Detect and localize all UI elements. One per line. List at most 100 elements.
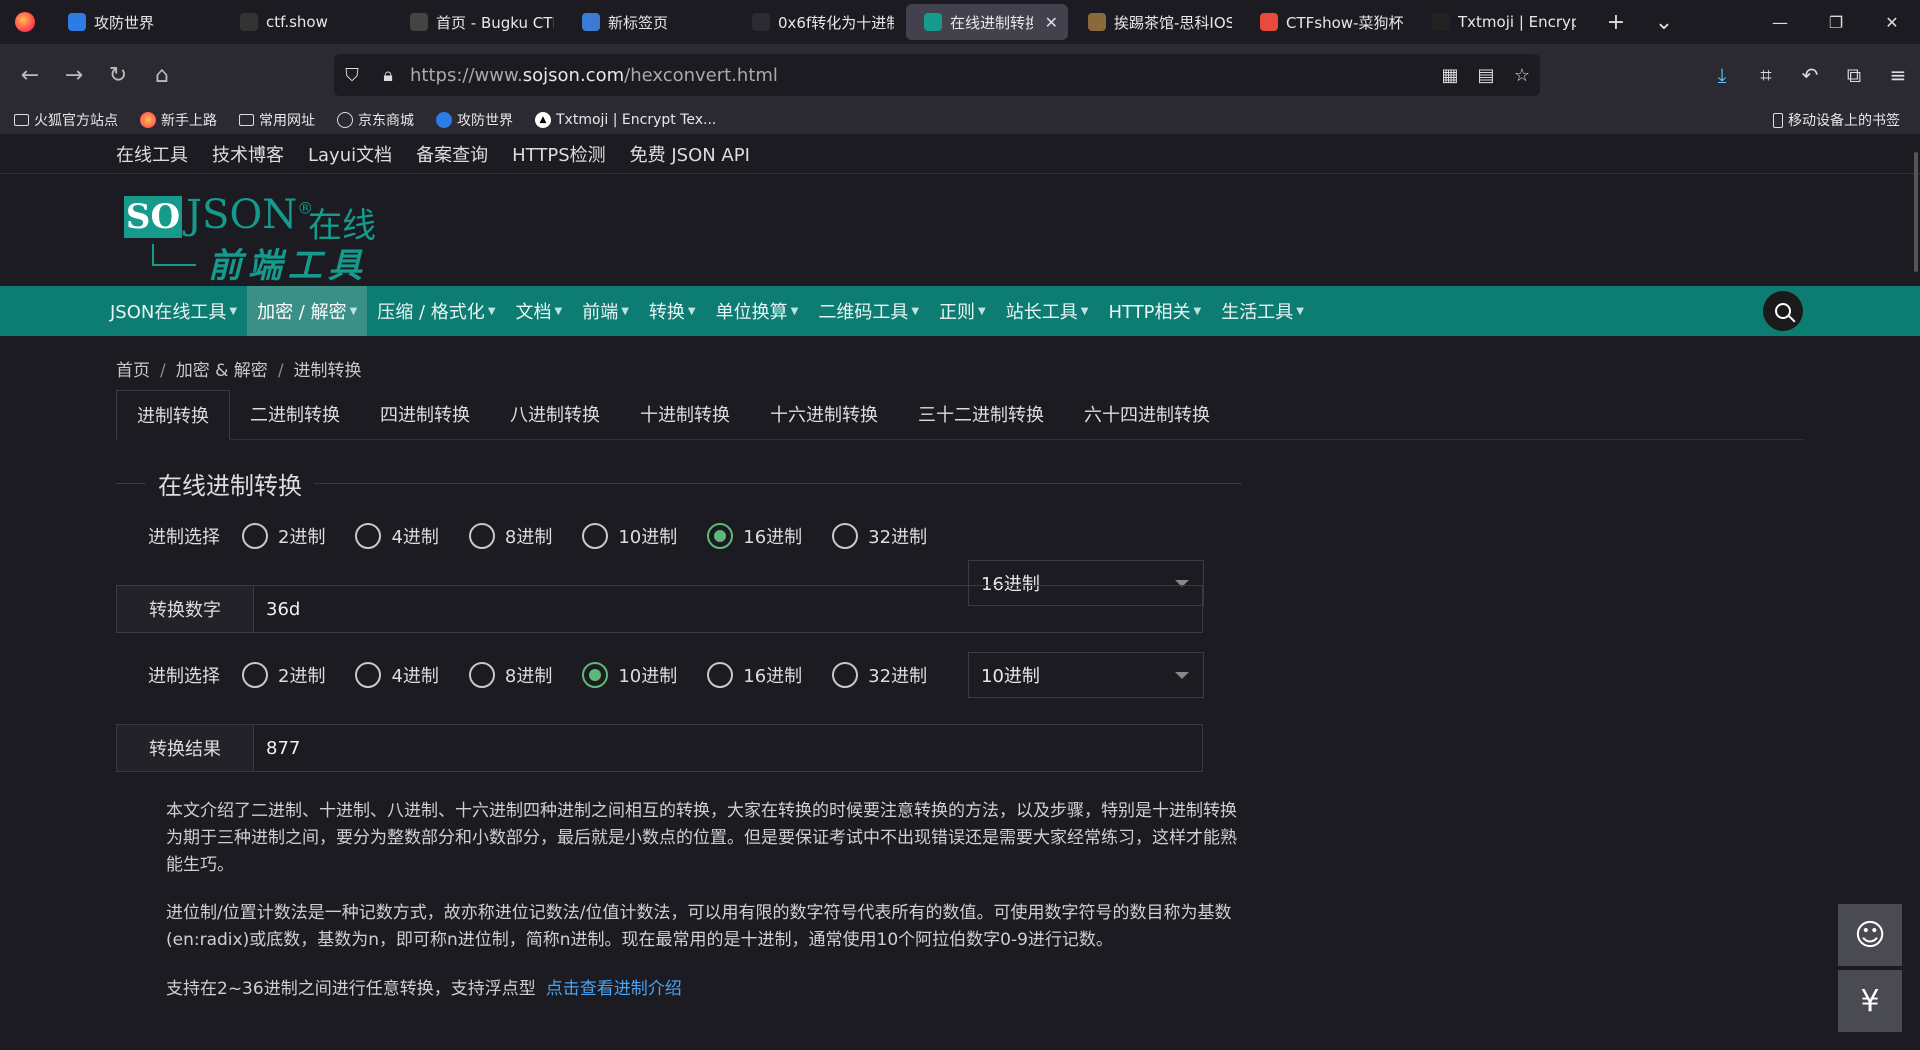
qq-icon[interactable]: ☺ bbox=[1838, 904, 1902, 966]
firefox-menu-icon[interactable] bbox=[0, 0, 50, 44]
bookmark-item[interactable]: 攻防世界 bbox=[422, 110, 521, 130]
topnav-link[interactable]: 免费 JSON API bbox=[630, 141, 750, 167]
reload-button[interactable]: ↻ bbox=[96, 53, 140, 97]
from-radix-radio[interactable]: 16进制 bbox=[707, 523, 802, 549]
mainnav-item[interactable]: 站长工具 ▼ bbox=[996, 286, 1099, 336]
topnav-link[interactable]: HTTPS检测 bbox=[512, 141, 606, 167]
converter-tab[interactable]: 八进制转换 bbox=[490, 389, 620, 439]
bookmark-item[interactable]: 京东商城 bbox=[323, 110, 422, 130]
to-radix-radio[interactable]: 2进制 bbox=[242, 662, 325, 688]
site-logo[interactable]: SO JSON® 在线 前端工具 bbox=[122, 186, 382, 286]
tab-title: 首页 - Bugku CTF bbox=[436, 13, 554, 32]
flag-icon bbox=[410, 13, 428, 31]
from-radix-radio[interactable]: 2进制 bbox=[242, 523, 325, 549]
mainnav-item[interactable]: 转换 ▼ bbox=[639, 286, 706, 336]
from-radix-radio[interactable]: 32进制 bbox=[832, 523, 927, 549]
converter-tab[interactable]: 进制转换 bbox=[116, 390, 230, 440]
back-button[interactable]: ← bbox=[8, 53, 52, 97]
downloads-icon[interactable]: ⤓ bbox=[1700, 53, 1744, 97]
converter-tab[interactable]: 十进制转换 bbox=[620, 389, 750, 439]
shield-icon[interactable]: ⛉ bbox=[334, 54, 370, 96]
forward-button[interactable]: → bbox=[52, 53, 96, 97]
mobile-bookmarks[interactable]: 移动设备上的书签 bbox=[1773, 110, 1900, 130]
yen-icon[interactable]: ¥ bbox=[1838, 970, 1902, 1032]
from-radix-radio[interactable]: 4进制 bbox=[355, 523, 439, 549]
converter-tab[interactable]: 三十二进制转换 bbox=[898, 389, 1064, 439]
extensions-icon[interactable]: ⧉ bbox=[1832, 53, 1876, 97]
converter-tab[interactable]: 二进制转换 bbox=[230, 389, 360, 439]
topnav-link[interactable]: Layui文档 bbox=[308, 141, 392, 167]
mainnav-item[interactable]: 生活工具 ▼ bbox=[1211, 286, 1314, 336]
app-menu-icon[interactable]: ≡ bbox=[1876, 53, 1920, 97]
reader-view-icon[interactable]: ▤ bbox=[1468, 54, 1504, 96]
caret-down-icon: ▼ bbox=[487, 305, 496, 317]
breadcrumb-link[interactable]: 首页 bbox=[116, 361, 150, 381]
new-tab-button[interactable]: + bbox=[1592, 0, 1640, 44]
result-output[interactable] bbox=[254, 725, 1202, 771]
mainnav-item[interactable]: 文档 ▼ bbox=[506, 286, 573, 336]
radio-circle-icon bbox=[355, 662, 382, 688]
radix-intro-link[interactable]: 点击查看进制介绍 bbox=[546, 979, 682, 999]
bookmark-item[interactable]: 火狐官方站点 bbox=[0, 110, 126, 130]
from-radix-radio[interactable]: 8进制 bbox=[468, 523, 552, 549]
mainnav-item[interactable]: 二维码工具 ▼ bbox=[808, 286, 929, 336]
converter-tab[interactable]: 十六进制转换 bbox=[750, 389, 898, 439]
caret-down-icon: ▼ bbox=[1193, 305, 1202, 317]
restore-button[interactable]: ❐ bbox=[1808, 0, 1864, 44]
breadcrumb-link[interactable]: 加密 & 解密 bbox=[176, 361, 268, 381]
tab-title: 在线进制转换 | 在线工具 bbox=[950, 13, 1033, 32]
mainnav-label: HTTP相关 bbox=[1108, 302, 1191, 323]
list-tabs-button[interactable]: ⌄ bbox=[1640, 0, 1688, 44]
browser-tab[interactable]: 在线进制转换 | 在线工具 ✕ bbox=[906, 4, 1068, 40]
screenshot-icon[interactable]: ⌗ bbox=[1744, 53, 1788, 97]
topnav-link[interactable]: 备案查询 bbox=[416, 141, 488, 167]
browser-tab[interactable]: 首页 - Bugku CTF bbox=[392, 0, 564, 44]
close-window-button[interactable]: ✕ bbox=[1864, 0, 1920, 44]
browser-tab[interactable]: 攻防世界 bbox=[50, 0, 222, 44]
site-search-button[interactable] bbox=[1763, 291, 1803, 331]
browser-tab[interactable]: ctf.show bbox=[222, 0, 392, 44]
to-radix-select[interactable]: 10进制 bbox=[968, 652, 1204, 698]
topnav-link[interactable]: 技术博客 bbox=[212, 141, 284, 167]
radio-label: 10进制 bbox=[618, 527, 678, 548]
bookmark-item[interactable]: ▲ Txtmoji | Encrypt Tex... bbox=[521, 112, 724, 128]
mainnav-item[interactable]: 压缩 / 格式化 ▼ bbox=[367, 286, 505, 336]
from-radix-radio[interactable]: 10进制 bbox=[582, 523, 677, 549]
bookmark-item[interactable]: 常用网址 bbox=[225, 110, 323, 130]
to-radix-radio[interactable]: 32进制 bbox=[832, 662, 927, 688]
browser-tab[interactable]: Txtmoji | Encrypt bbox=[1414, 0, 1586, 44]
converter-tab[interactable]: 六十四进制转换 bbox=[1064, 389, 1230, 439]
description-paragraph: 支持在2~36进制之间进行任意转换，支持浮点型 点击查看进制介绍 bbox=[166, 979, 682, 999]
close-tab-icon[interactable]: ✕ bbox=[1045, 13, 1058, 32]
bookmark-star-icon[interactable]: ☆ bbox=[1504, 54, 1540, 96]
radio-label: 10进制 bbox=[618, 666, 678, 687]
minimize-button[interactable]: — bbox=[1752, 0, 1808, 44]
to-radix-radio[interactable]: 10进制 bbox=[582, 662, 677, 688]
browser-tab[interactable]: CTFshow-菜狗杯 bbox=[1242, 0, 1414, 44]
bookmark-item[interactable]: 新手上路 bbox=[126, 110, 225, 130]
from-radix-row: 进制选择 2进制 4进制 8进制 10进制 16进制 32进制 bbox=[116, 512, 1206, 560]
url-bar[interactable]: ⛉ 🔒︎ https://www.sojson.com/hexconvert.h… bbox=[334, 54, 1540, 96]
lock-icon[interactable]: 🔒︎ bbox=[370, 54, 406, 96]
number-input[interactable] bbox=[254, 586, 1202, 632]
mainnav-item[interactable]: 单位换算 ▼ bbox=[706, 286, 809, 336]
to-radix-radio[interactable]: 8进制 bbox=[468, 662, 552, 688]
url-text[interactable]: https://www.sojson.com/hexconvert.html bbox=[410, 65, 778, 86]
browser-tab[interactable]: 新标签页 bbox=[564, 0, 734, 44]
to-radix-radio[interactable]: 16进制 bbox=[707, 662, 802, 688]
undo-icon[interactable]: ↶ bbox=[1788, 53, 1832, 97]
mainnav-item[interactable]: 正则 ▼ bbox=[929, 286, 996, 336]
to-radix-radio[interactable]: 4进制 bbox=[355, 662, 439, 688]
browser-tab[interactable]: 挨踢茶馆-思科IOS bbox=[1070, 0, 1242, 44]
converter-tab[interactable]: 四进制转换 bbox=[360, 389, 490, 439]
topnav-link[interactable]: 在线工具 bbox=[116, 141, 188, 167]
mainnav-item[interactable]: HTTP相关 ▼ bbox=[1098, 286, 1211, 336]
radio-circle-icon bbox=[832, 523, 859, 549]
qrcode-icon[interactable]: ▦ bbox=[1432, 54, 1468, 96]
mainnav-item[interactable]: JSON在线工具 ▼ bbox=[100, 286, 247, 336]
home-button[interactable]: ⌂ bbox=[140, 53, 184, 97]
browser-tab[interactable]: 0x6f转化为十进制 bbox=[734, 0, 904, 44]
mainnav-item[interactable]: 加密 / 解密 ▼ bbox=[247, 286, 368, 336]
mainnav-item[interactable]: 前端 ▼ bbox=[572, 286, 639, 336]
caret-down-icon: ▼ bbox=[1296, 305, 1304, 317]
